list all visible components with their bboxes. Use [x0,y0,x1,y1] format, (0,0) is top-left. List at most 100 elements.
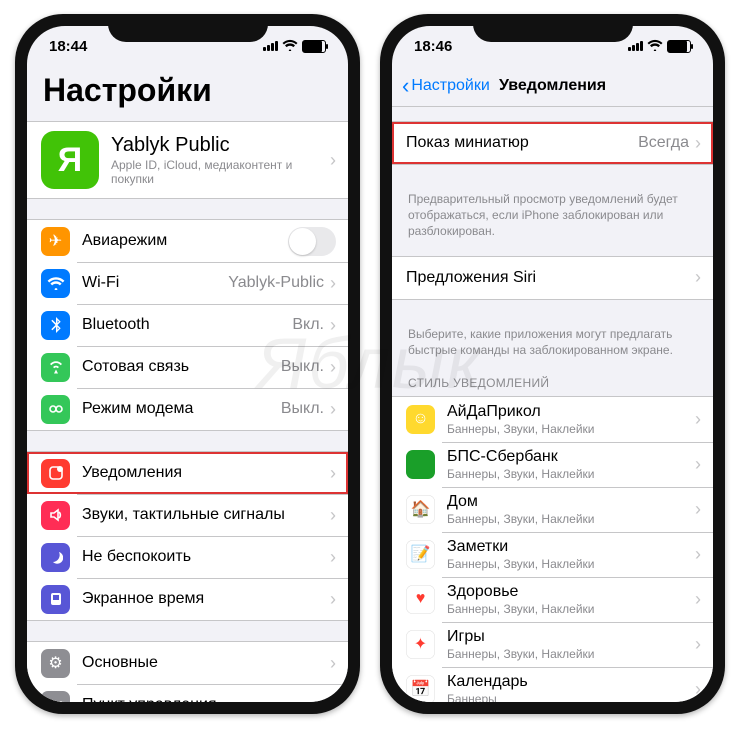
cellular-icon [41,353,70,382]
phone-left: 18:44 Настройки Я Yablyk Public [15,14,360,714]
app-icon [406,450,435,479]
show-previews-label: Показ миниатюр [406,134,529,152]
show-previews-value: Всегда [638,134,689,152]
battery-icon [667,40,691,53]
chevron-right-icon: › [695,634,701,655]
status-bar: 18:46 [392,26,713,66]
app-notification-cell[interactable]: 📝 Заметки Баннеры, Звуки, Наклейки › [392,532,713,577]
app-name: БПС-Сбербанк [447,448,695,466]
app-notification-cell[interactable]: ♥ Здоровье Баннеры, Звуки, Наклейки › [392,577,713,622]
app-notification-cell[interactable]: 🏠 Дом Баннеры, Звуки, Наклейки › [392,487,713,532]
hotspot-value: Выкл. [281,400,324,418]
sounds-cell[interactable]: Звуки, тактильные сигналы › [27,494,348,536]
chevron-left-icon: ‹ [402,73,409,99]
chevron-right-icon: › [695,133,701,154]
dnd-label: Не беспокоить [82,548,191,566]
app-name: Здоровье [447,583,695,601]
airplane-switch[interactable] [288,227,336,256]
app-icon: 📅 [406,675,435,702]
screentime-label: Экранное время [82,590,204,608]
wifi-icon [282,38,298,55]
signal-icon [263,41,278,51]
show-previews-cell[interactable]: Показ миниатюр Всегда › [392,121,713,165]
app-icon: ☺ [406,405,435,434]
control-center-icon [41,691,70,703]
screentime-cell[interactable]: Экранное время › [27,578,348,621]
show-previews-footer: Предварительный просмотр уведомлений буд… [392,185,713,242]
chevron-right-icon: › [695,679,701,700]
airplane-label: Авиарежим [82,232,167,250]
hotspot-icon [41,395,70,424]
app-icon: ✦ [406,630,435,659]
siri-suggestions-cell[interactable]: Предложения Siri › [392,256,713,300]
sounds-label: Звуки, тактильные сигналы [82,506,285,524]
sounds-icon [41,501,70,530]
app-icon: 🏠 [406,495,435,524]
profile-name: Yablyk Public [111,134,330,157]
cellular-label: Сотовая связь [82,358,189,376]
cellular-cell[interactable]: Сотовая связь Выкл. › [27,346,348,388]
airplane-cell[interactable]: ✈ Авиарежим [27,219,348,262]
signal-icon [628,41,643,51]
profile-avatar: Я [41,131,99,189]
app-sub: Баннеры, Звуки, Наклейки [447,512,695,526]
chevron-right-icon: › [330,695,336,703]
chevron-right-icon: › [695,544,701,565]
nav-title: Уведомления [499,77,606,95]
dnd-icon [41,543,70,572]
notifications-icon [41,459,70,488]
chevron-right-icon: › [695,499,701,520]
siri-suggestions-footer: Выберите, какие приложения могут предлаг… [392,320,713,360]
general-cell[interactable]: ⚙ Основные › [27,641,348,684]
wifi-icon [647,38,663,55]
app-sub: Баннеры, Звуки, Наклейки [447,422,695,436]
app-name: Игры [447,628,695,646]
app-notification-cell[interactable]: БПС-Сбербанк Баннеры, Звуки, Наклейки › [392,442,713,487]
app-name: АйДаПрикол [447,403,695,421]
app-name: Дом [447,493,695,511]
back-button[interactable]: ‹ Настройки [402,66,490,106]
apple-id-cell[interactable]: Я Yablyk Public Apple ID, iCloud, медиак… [27,121,348,199]
wifi-cell[interactable]: Wi-Fi Yablyk-Public › [27,262,348,304]
status-bar: 18:44 [27,26,348,66]
chevron-right-icon: › [695,589,701,610]
bluetooth-cell[interactable]: Bluetooth Вкл. › [27,304,348,346]
chevron-right-icon: › [330,357,336,378]
notifications-label: Уведомления [82,464,182,482]
chevron-right-icon: › [330,589,336,610]
page-title: Настройки [43,72,332,109]
hotspot-cell[interactable]: Режим модема Выкл. › [27,388,348,431]
wifi-value: Yablyk-Public [228,274,324,292]
chevron-right-icon: › [330,315,336,336]
status-time: 18:46 [414,38,452,55]
app-notification-cell[interactable]: 📅 Календарь Баннеры › [392,667,713,702]
chevron-right-icon: › [330,399,336,420]
chevron-right-icon: › [330,273,336,294]
status-time: 18:44 [49,38,87,55]
battery-icon [302,40,326,53]
cellular-value: Выкл. [281,358,324,376]
bluetooth-icon [41,311,70,340]
phone-right: 18:46 ‹ Настройки Уведомления [380,14,725,714]
chevron-right-icon: › [330,463,336,484]
wifi-settings-icon [41,269,70,298]
general-label: Основные [82,654,158,672]
dnd-cell[interactable]: Не беспокоить › [27,536,348,578]
screentime-icon [41,585,70,614]
gear-icon: ⚙ [41,649,70,678]
control-center-cell[interactable]: Пункт управления › [27,684,348,702]
chevron-right-icon: › [330,547,336,568]
wifi-label: Wi-Fi [82,274,119,292]
bluetooth-value: Вкл. [292,316,324,334]
chevron-right-icon: › [330,150,336,171]
chevron-right-icon: › [330,653,336,674]
app-notification-cell[interactable]: ☺ АйДаПрикол Баннеры, Звуки, Наклейки › [392,396,713,442]
control-center-label: Пункт управления [82,696,217,702]
bluetooth-label: Bluetooth [82,316,150,334]
notifications-cell[interactable]: Уведомления › [27,451,348,494]
app-notification-cell[interactable]: ✦ Игры Баннеры, Звуки, Наклейки › [392,622,713,667]
nav-bar: ‹ Настройки Уведомления [392,66,713,107]
chevron-right-icon: › [695,454,701,475]
app-sub: Баннеры, Звуки, Наклейки [447,647,695,661]
chevron-right-icon: › [695,267,701,288]
